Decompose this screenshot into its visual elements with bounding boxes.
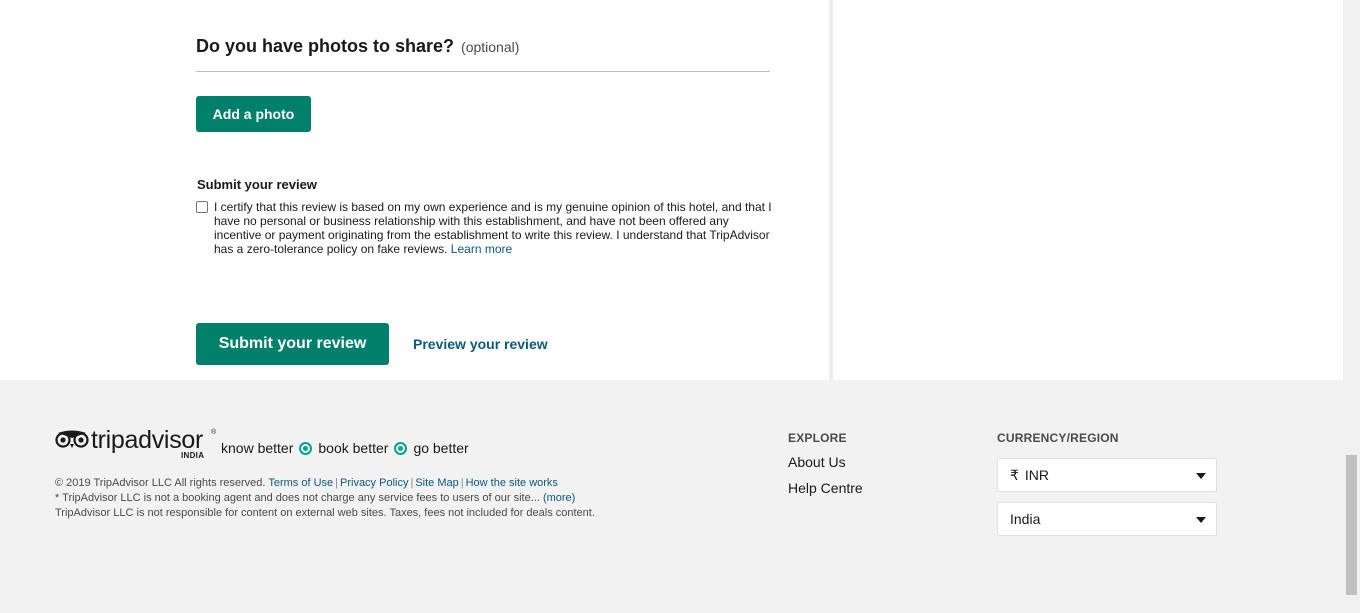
- owl-logo-icon: [55, 430, 89, 448]
- photos-heading: Do you have photos to share? (optional): [196, 36, 519, 57]
- logo-registered-mark: ®: [211, 429, 217, 436]
- add-photo-button[interactable]: Add a photo: [196, 96, 311, 132]
- preview-review-link[interactable]: Preview your review: [413, 336, 548, 352]
- page-scrollbar[interactable]: [1343, 0, 1360, 613]
- column-divider: [829, 0, 833, 380]
- footer: tripadvisor ® INDIA know better book bet…: [0, 380, 1343, 613]
- dropdown-arrow-icon: [1196, 473, 1206, 479]
- tagline-part: go better: [413, 440, 469, 456]
- scrollbar-thumb[interactable]: [1346, 455, 1357, 595]
- more-link[interactable]: (more): [543, 492, 575, 504]
- legal-line: * TripAdvisor LLC is not a booking agent…: [55, 491, 615, 506]
- certify-checkbox[interactable]: [196, 201, 208, 213]
- optional-label: (optional): [461, 39, 520, 55]
- content-note: TripAdvisor LLC is not responsible for c…: [55, 507, 595, 519]
- tagline-part: book better: [318, 440, 389, 456]
- help-centre-link[interactable]: Help Centre: [788, 480, 863, 496]
- tagline-dot-icon: [394, 441, 408, 455]
- legal-line: © 2019 TripAdvisor LLC All rights reserv…: [55, 477, 558, 489]
- submit-section-title: Submit your review: [197, 177, 317, 192]
- dropdown-arrow-icon: [1196, 517, 1206, 523]
- copyright: © 2019 TripAdvisor LLC All rights reserv…: [55, 477, 266, 489]
- booking-disclaimer: * TripAdvisor LLC is not a booking agent…: [55, 492, 540, 504]
- learn-more-link[interactable]: Learn more: [451, 242, 512, 256]
- legal-text: © 2019 TripAdvisor LLC All rights reserv…: [55, 476, 615, 521]
- currency-select[interactable]: ₹ INR: [997, 458, 1217, 492]
- review-form-area: Do you have photos to share? (optional) A…: [0, 0, 1343, 380]
- rupee-icon: ₹: [1010, 466, 1019, 483]
- tagline-part: know better: [221, 440, 294, 456]
- currency-region-title: CURRENCY/REGION: [997, 431, 1119, 445]
- region-select[interactable]: India: [997, 502, 1217, 536]
- region-value: India: [1010, 511, 1041, 527]
- about-us-link[interactable]: About Us: [788, 454, 846, 470]
- tripadvisor-logo[interactable]: tripadvisor ® INDIA: [55, 426, 220, 460]
- photos-heading-text: Do you have photos to share?: [196, 36, 455, 56]
- explore-title: EXPLORE: [788, 431, 847, 445]
- how-site-works-link[interactable]: How the site works: [466, 477, 558, 489]
- submit-review-button[interactable]: Submit your review: [196, 323, 389, 365]
- certify-text: I certify that this review is based on m…: [214, 200, 774, 256]
- divider: [196, 71, 770, 72]
- privacy-link[interactable]: Privacy Policy: [340, 477, 408, 489]
- tagline: know better book better go better: [221, 440, 469, 456]
- logo-region: INDIA: [181, 451, 205, 460]
- sitemap-link[interactable]: Site Map: [415, 477, 458, 489]
- tagline-dot-icon: [299, 441, 313, 455]
- terms-link[interactable]: Terms of Use: [268, 477, 333, 489]
- currency-value: INR: [1024, 467, 1050, 483]
